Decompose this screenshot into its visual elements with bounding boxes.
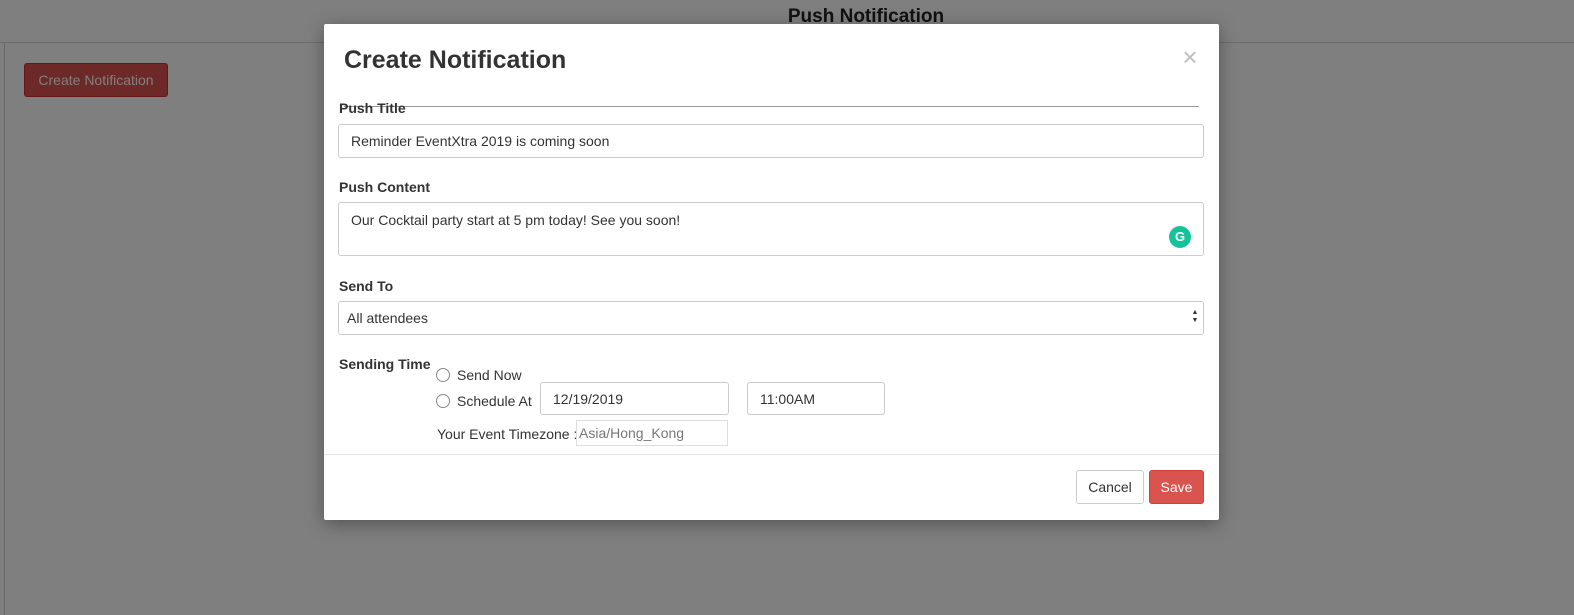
send-to-selected-value[interactable]: All attendees xyxy=(338,301,1204,335)
create-notification-modal: Create Notification × Push Title Push Co… xyxy=(324,24,1219,520)
send-now-radio[interactable] xyxy=(436,368,450,382)
footer-divider xyxy=(324,454,1219,455)
sending-time-label: Sending Time xyxy=(339,356,431,372)
send-now-label[interactable]: Send Now xyxy=(457,367,522,383)
cancel-button[interactable]: Cancel xyxy=(1076,470,1144,504)
grammarly-icon[interactable]: G xyxy=(1169,226,1191,248)
select-arrows-icon: ▲ ▼ xyxy=(1191,309,1199,324)
push-content-textarea[interactable]: Our Cocktail party start at 5 pm today! … xyxy=(338,202,1204,256)
modal-title: Create Notification xyxy=(344,46,567,74)
event-timezone-field: Asia/Hong_Kong xyxy=(576,420,728,446)
event-timezone-label: Your Event Timezone : xyxy=(437,426,578,442)
save-button[interactable]: Save xyxy=(1149,470,1204,504)
title-divider xyxy=(344,106,1199,107)
schedule-at-radio[interactable] xyxy=(436,394,450,408)
close-icon[interactable]: × xyxy=(1179,44,1201,70)
schedule-at-label[interactable]: Schedule At xyxy=(457,393,532,409)
send-to-label: Send To xyxy=(339,278,394,294)
schedule-date-input[interactable] xyxy=(540,382,729,415)
push-content-label: Push Content xyxy=(339,179,430,195)
send-to-select[interactable]: All attendees ▲ ▼ xyxy=(338,301,1204,335)
schedule-time-input[interactable] xyxy=(747,382,885,415)
push-title-input[interactable] xyxy=(338,124,1204,158)
push-title-label: Push Title xyxy=(339,100,406,116)
